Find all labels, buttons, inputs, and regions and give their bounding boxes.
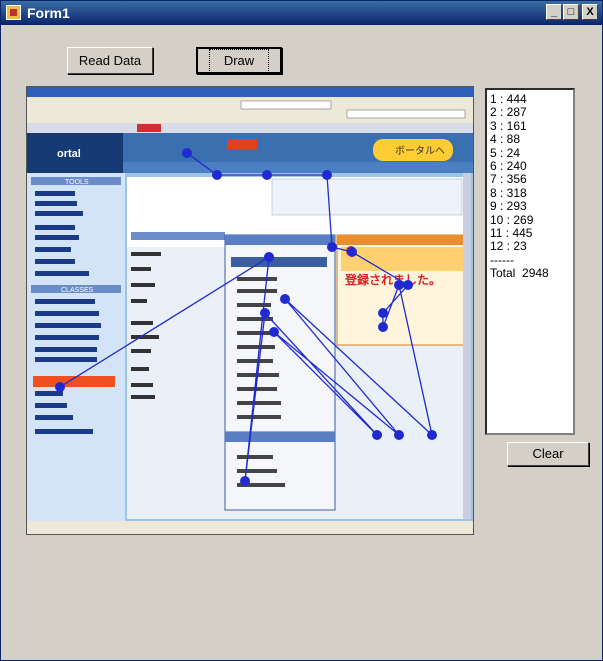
trace-point — [403, 280, 413, 290]
list-item[interactable]: 2 : 287 — [490, 105, 570, 119]
trace-point — [378, 322, 388, 332]
list-item[interactable]: 5 : 24 — [490, 146, 570, 160]
list-item[interactable]: 7 : 356 — [490, 173, 570, 187]
trace-point — [269, 327, 279, 337]
app-window: Form1 _ □ X Read Data Draw ortal ボータルへ T… — [0, 0, 603, 661]
trace-point — [394, 280, 404, 290]
list-item[interactable]: 8 : 318 — [490, 186, 570, 200]
trace-point — [260, 308, 270, 318]
list-item[interactable]: 1 : 444 — [490, 92, 570, 106]
trace-point — [240, 476, 250, 486]
trace-point — [264, 252, 274, 262]
clear-button[interactable]: Clear — [507, 442, 589, 466]
captured-screenshot: ortal ボータルへ TOOLS CLASSES 登録されました。 — [27, 87, 473, 534]
window-title: Form1 — [27, 5, 70, 21]
minimize-button[interactable]: _ — [546, 4, 562, 20]
trace-point — [322, 170, 332, 180]
trace-point — [327, 242, 337, 252]
close-button[interactable]: X — [582, 4, 598, 20]
app-icon — [6, 5, 21, 20]
list-item[interactable]: 3 : 161 — [490, 119, 570, 133]
saved-toast: 登録されました。 — [344, 272, 441, 287]
trace-point — [347, 247, 357, 257]
trace-point — [262, 170, 272, 180]
results-items: 1 : 444 2 : 287 3 : 161 4 : 88 5 : 24 6 : 240… — [490, 92, 570, 254]
tools-header: TOOLS — [65, 179, 89, 186]
trace-point — [55, 382, 65, 392]
trace-point — [212, 170, 222, 180]
trace-point — [378, 308, 388, 318]
read-data-button[interactable]: Read Data — [67, 47, 153, 74]
trace-point — [372, 430, 382, 440]
draw-button[interactable]: Draw — [196, 47, 282, 74]
portal-brand: ortal — [57, 148, 81, 160]
results-listbox[interactable]: 1 : 444 2 : 287 3 : 161 4 : 88 5 : 24 6 : 240… — [485, 88, 575, 435]
list-item[interactable]: 9 : 293 — [490, 199, 570, 213]
trace-point — [182, 148, 192, 158]
list-item[interactable]: 6 : 240 — [490, 159, 570, 173]
drawing-canvas[interactable]: ortal ボータルへ TOOLS CLASSES 登録されました。 — [26, 86, 474, 535]
list-item[interactable]: 12 : 23 — [490, 240, 570, 254]
results-total: Total 2948 — [490, 266, 549, 281]
trace-point — [280, 294, 290, 304]
title-bar[interactable]: Form1 _ □ X — [1, 1, 602, 25]
classes-header: CLASSES — [61, 287, 94, 294]
list-item[interactable]: 10 : 269 — [490, 213, 570, 227]
list-item[interactable]: 11 : 445 — [490, 226, 570, 240]
results-separator: ------ — [490, 252, 514, 267]
list-item[interactable]: 4 : 88 — [490, 132, 570, 146]
trace-point — [427, 430, 437, 440]
maximize-button[interactable]: □ — [563, 4, 579, 20]
draw-button-label: Draw — [208, 49, 270, 73]
portal-tab: ボータルへ — [395, 145, 445, 157]
trace-point — [394, 430, 404, 440]
